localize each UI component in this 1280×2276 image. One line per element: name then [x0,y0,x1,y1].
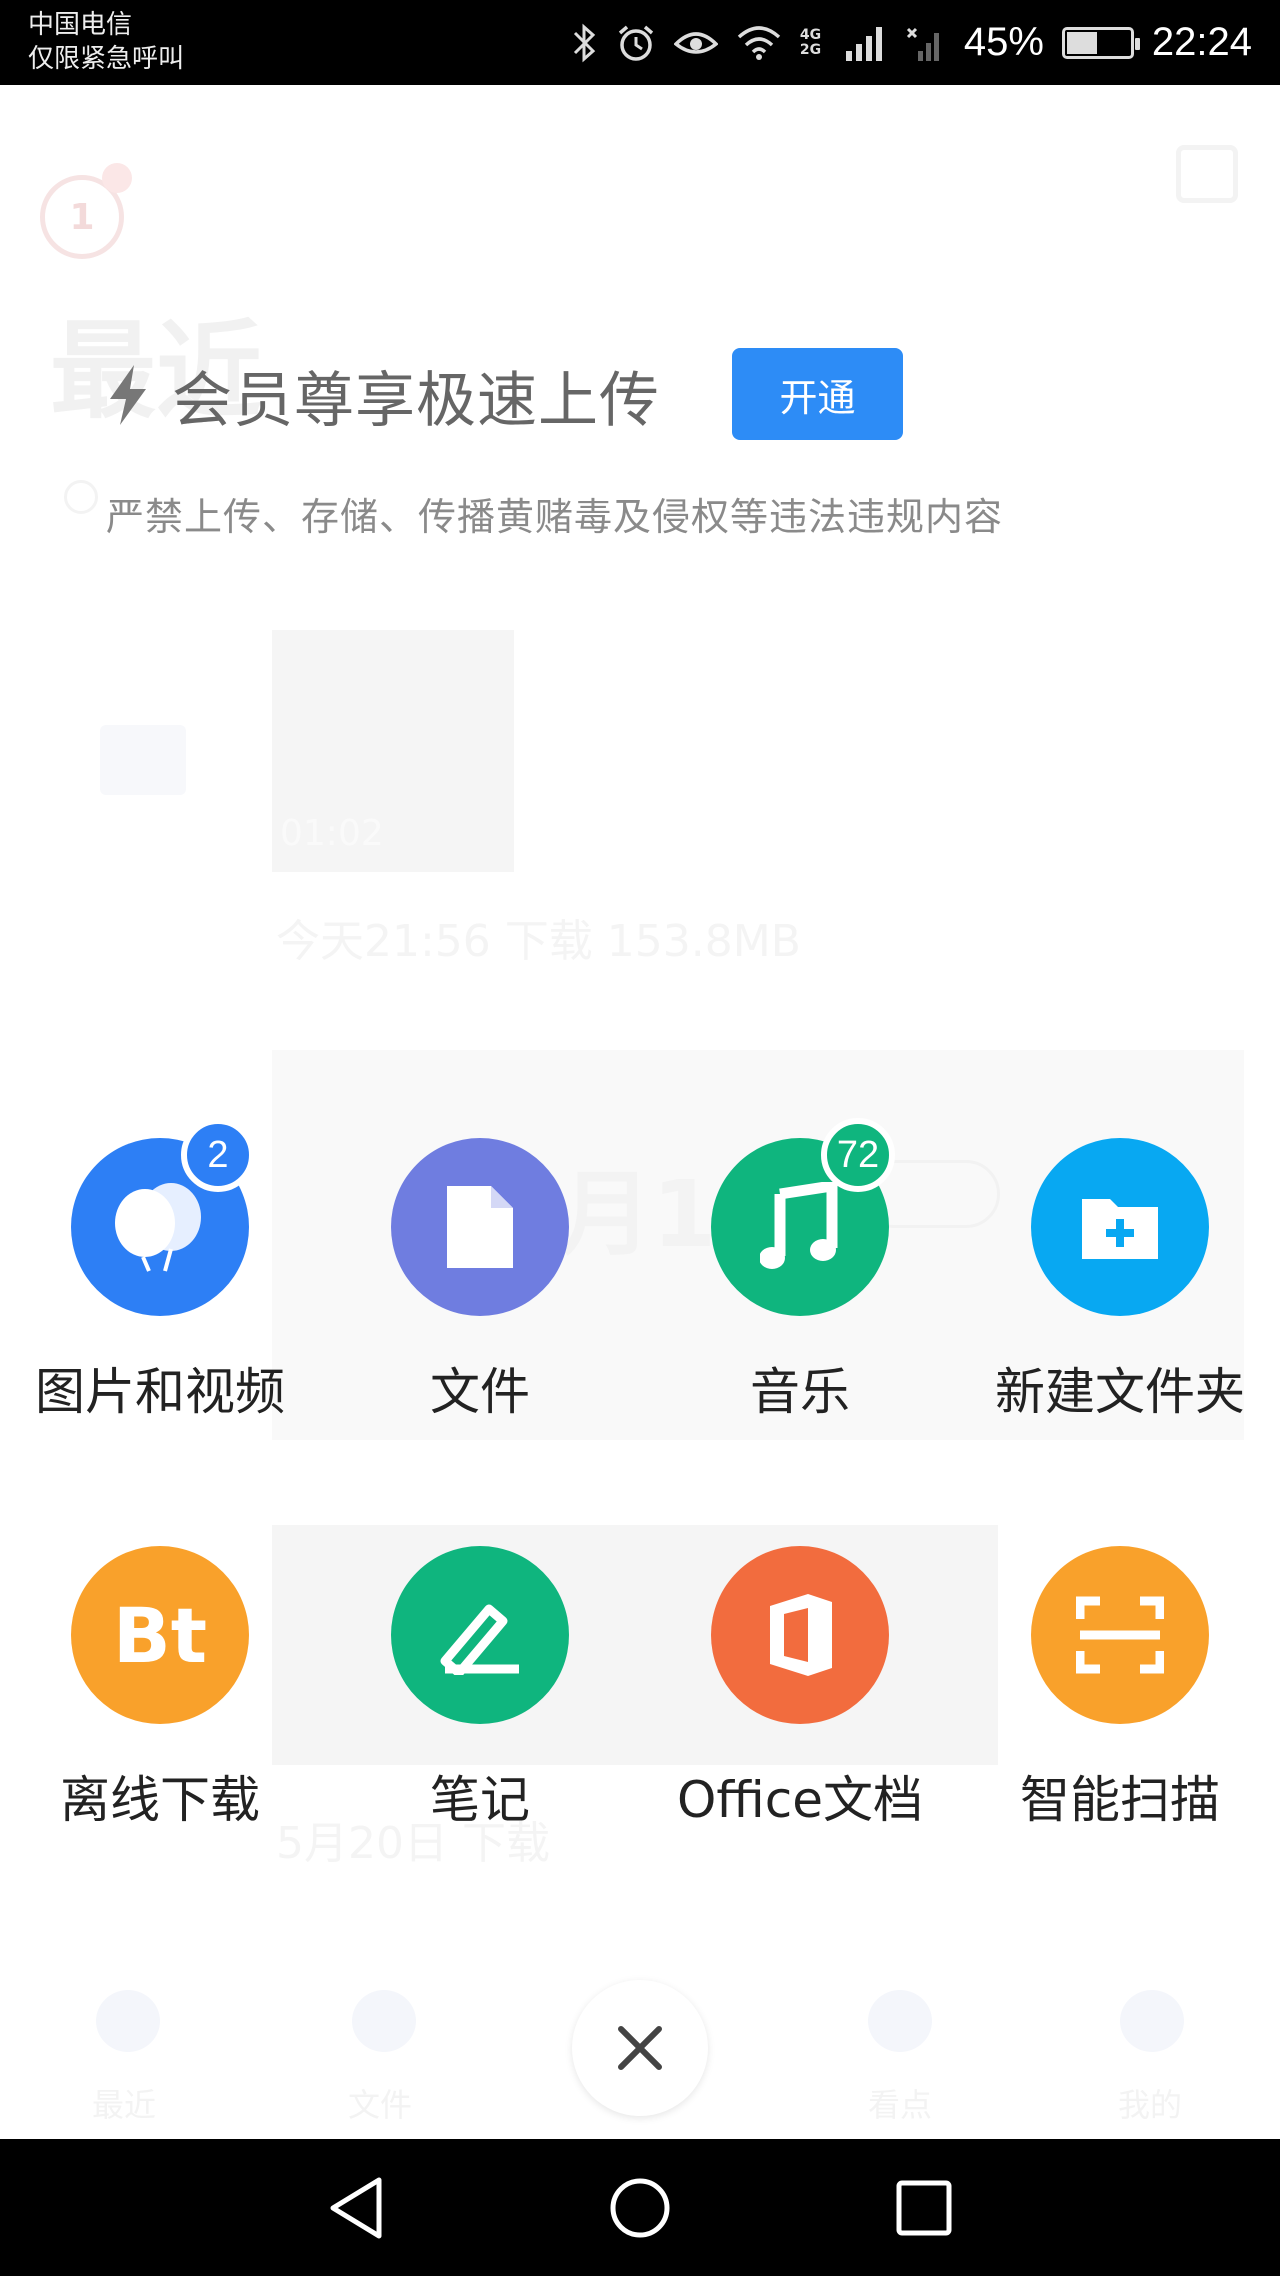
pen-icon [391,1546,569,1724]
office-document-label: Office文档 [677,1771,923,1829]
lightning-icon [104,363,152,427]
office-icon [711,1546,889,1724]
navigation-bar [0,2139,1280,2276]
bluetooth-icon [572,22,598,64]
photos-count-badge: 2 [181,1118,255,1192]
back-icon [330,2177,382,2238]
smart-scan-label: 智能扫描 [1020,1771,1220,1829]
wifi-icon [736,25,782,61]
music-label: 音乐 [750,1363,850,1421]
music-option[interactable]: 72 音乐 [640,1118,960,1438]
recents-button[interactable] [864,2139,984,2276]
back-button[interactable] [296,2139,416,2276]
file-label: 文件 [430,1363,530,1421]
tab-mine-icon [1120,1990,1184,2052]
scan-icon [1031,1546,1209,1724]
bt-icon: Bt [71,1546,249,1724]
music-note-icon: 72 [711,1118,895,1316]
eye-comfort-icon [673,26,718,60]
battery-percent: 45% [963,20,1044,64]
music-count-badge: 72 [821,1118,895,1192]
signal-bars-icon [844,23,888,63]
office-document-option[interactable]: Office文档 [640,1546,960,1846]
network-type: 4G 2G [799,26,822,58]
tab-discover-icon [868,1990,932,2052]
status-bar: 中国电信 仅限紧急呼叫 4G 2G 45% 22:24 [0,0,1280,85]
video-type-icon [100,725,186,795]
offline-download-label: 离线下载 [60,1771,260,1829]
clock: 22:24 [1151,20,1252,64]
select-radio [64,480,98,514]
note-option[interactable]: 笔记 [320,1546,640,1846]
promo-text: 会员尊享极速上传 [172,365,660,436]
home-button[interactable] [580,2139,700,2276]
file-icon [391,1138,569,1316]
alarm-icon [616,23,656,63]
no-sim-signal-icon [906,23,946,63]
file-option[interactable]: 文件 [320,1138,640,1438]
carrier-info: 中国电信 仅限紧急呼叫 [28,8,184,76]
recent-upload-info: 今天21:56 下载 153.8MB [276,916,801,967]
smart-scan-option[interactable]: 智能扫描 [960,1546,1280,1846]
new-folder-option[interactable]: 新建文件夹 [960,1138,1280,1438]
emergency-only: 仅限紧急呼叫 [28,44,185,74]
vip-upload-promo: 会员尊享极速上传 [104,350,660,440]
balloons-icon: 2 [71,1118,255,1316]
battery-icon [1061,26,1140,59]
video-duration: 01:02 [280,813,384,854]
transfer-icon [1176,145,1238,203]
signal-icon: 4G 2G [799,26,826,58]
new-folder-label: 新建文件夹 [995,1363,1245,1421]
tab-discover-label: 看点 [868,2086,933,2124]
recents-icon [896,2180,952,2235]
tab-mine-label: 我的 [1118,2086,1183,2124]
offline-download-option[interactable]: Bt 离线下载 [0,1546,320,1846]
close-button[interactable] [572,1980,708,2116]
close-icon [618,2026,662,2070]
logo-notification-dot [102,163,132,193]
home-icon [610,2178,670,2237]
tab-recent-icon [96,1990,160,2052]
open-vip-button[interactable]: 开通 [732,348,903,440]
upload-warning: 严禁上传、存储、传播黄赌毒及侵权等违法违规内容 [106,495,1004,539]
photos-videos-option[interactable]: 2 图片和视频 [0,1118,320,1438]
tab-files-icon [352,1990,416,2052]
photos-videos-label: 图片和视频 [35,1363,285,1421]
new-folder-icon [1031,1138,1209,1316]
carrier-name: 中国电信 [28,10,133,40]
note-label: 笔记 [430,1771,530,1829]
tab-recent-label: 最近 [92,2086,157,2124]
tab-files-label: 文件 [348,2086,413,2124]
